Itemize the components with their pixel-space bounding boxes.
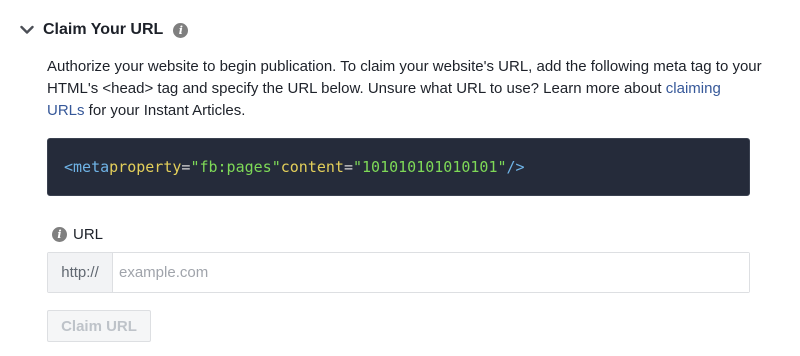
url-prefix: http:// [48,253,113,292]
url-input[interactable] [113,253,749,292]
meta-tag-code-block: <meta property = "fb:pages" content = "10101… [47,138,750,196]
claim-url-panel: Claim Your URL i Authorize your website … [0,0,800,356]
code-tag-close: /> [506,158,525,176]
description-text-before: Authorize your website to begin publicat… [47,58,762,97]
code-tag-open: <meta [64,158,110,176]
code-attr-property: property [109,158,182,176]
code-equals: = [181,158,191,176]
code-attr-content: content [280,158,344,176]
url-label: URL [73,225,104,243]
description-text: Authorize your website to begin publicat… [47,56,762,122]
code-value-property: "fb:pages" [190,158,281,176]
description-text-after: for your Instant Articles. [84,102,246,119]
section-title[interactable]: Claim Your URL [43,21,163,39]
code-value-content: "101010101010101" [353,158,507,176]
chevron-down-icon[interactable] [19,22,35,38]
claim-url-button[interactable]: Claim URL [47,310,151,342]
code-equals: = [343,158,353,176]
url-field: http:// [47,252,750,293]
url-label-row: i URL [52,224,103,244]
section-header: Claim Your URL i [19,18,189,42]
info-icon[interactable]: i [173,22,189,38]
info-icon[interactable]: i [52,226,67,242]
